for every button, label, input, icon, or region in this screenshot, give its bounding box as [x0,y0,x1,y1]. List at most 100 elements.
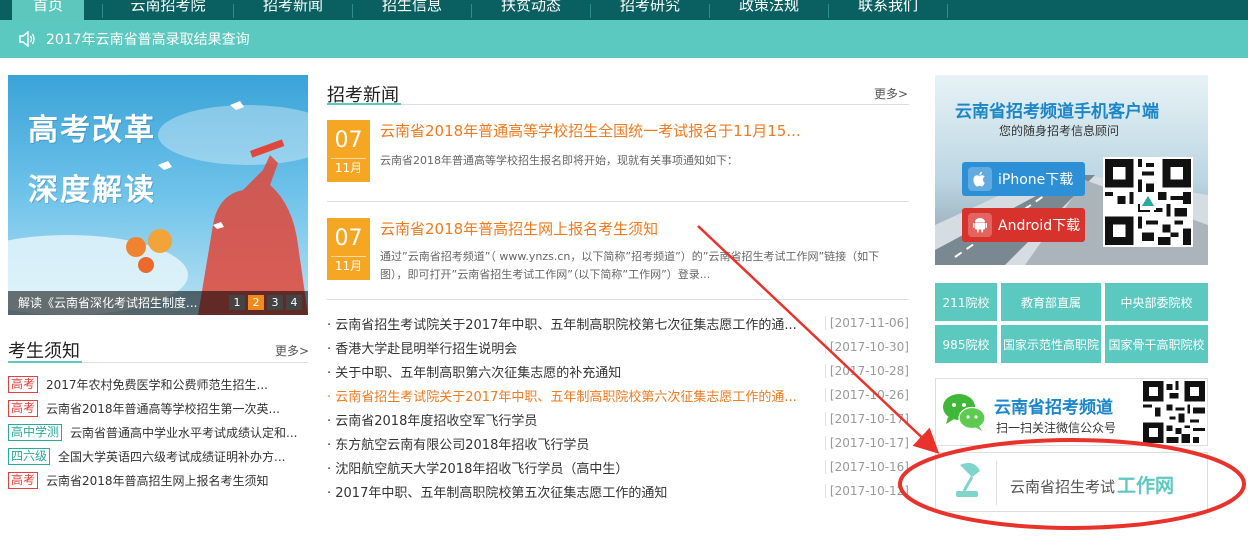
featured-news-desc: 云南省2018年普通高等学校招生报名即将开始，现就有关事项通知如下： [380,154,738,167]
featured-news-title[interactable]: 云南省2018年普通高等学校招生全国统一考试报名于11月15... [380,120,801,141]
table-row[interactable]: · 2017年中职、五年制高职院校第五次征集志愿工作的通知 [2017-10-1… [327,479,909,503]
news-date: [2017-10-26] [824,388,909,402]
category-tag: 高考 [8,472,39,490]
list-item[interactable]: 高考 云南省2018年普通高等学校招生第一次英... [8,396,308,420]
slider-page-3[interactable]: 3 [267,295,283,310]
slider-page-4[interactable]: 4 [286,295,302,310]
list-item-text[interactable]: 云南省2018年普高招生网上报名考生须知 [46,472,269,489]
category-211-button[interactable]: 211院校 [935,283,997,321]
nav-item-contact[interactable]: 联系我们 [829,0,947,20]
list-item-text[interactable]: 云南省普通高中学业水平考试成绩认定和... [70,424,297,441]
iphone-download-button[interactable]: iPhone下载 [962,162,1085,196]
app-qr-code [1103,157,1193,247]
list-item[interactable]: 高考 2017年农村免费医学和公费师范生招生... [8,372,308,396]
app-banner-subtitle: 您的随身招考信息顾问 [999,124,1120,138]
category-tag: 高考 [8,375,39,393]
date-month: 11月 [331,158,366,177]
feature-slider[interactable]: 高考改革 深度解读 解读《云南省深化考试招生制度... 1 2 3 4 [8,75,308,315]
work-website-text: 云南省招生考试 工作网 [1010,471,1174,498]
work-website-highlight: 工作网 [1117,475,1175,497]
list-item[interactable]: 高考 云南省2018年普高招生网上报名考生须知 [8,469,308,493]
slider-page-2[interactable]: 2 [248,295,264,310]
category-tag: 高中学测 [8,423,63,441]
slider-pager: 1 2 3 4 [229,295,302,310]
wechat-qr-code [1143,381,1205,443]
featured-news-1[interactable]: 07 11月 云南省2018年普通高等学校招生全国统一考试报名于11月15...… [327,120,909,200]
news-date: [2017-10-28] [824,364,909,378]
list-item-text[interactable]: 云南省2018年普通高等学校招生第一次英... [46,400,280,417]
date-badge: 07 11月 [327,218,370,280]
list-item-text[interactable]: 全国大学英语四六级考试成绩证明补办方... [58,448,285,465]
iphone-download-label: iPhone下载 [998,172,1074,188]
featured-news-desc: 通过”云南省招考频道”（ www.ynzs.cn，以下简称”招考频道”）的”云南… [380,250,880,281]
news-link[interactable]: · 东方航空云南有限公司2018年招收飞行学员 [327,434,825,453]
table-row[interactable]: · 云南省招生考试院关于2017年中职、五年制高职院校第七次征集志愿工作的通..… [327,311,909,335]
featured-news-2[interactable]: 07 11月 云南省2018年普高招生网上报名考生须知 通过”云南省招考频道”（… [327,218,909,298]
lamp-icon [956,463,980,497]
news-link[interactable]: · 沈阳航空航天大学2018年招收飞行学员（高中生） [327,458,825,477]
category-moe-button[interactable]: 教育部直属 [1001,283,1101,321]
table-row[interactable]: · 香港大学赴昆明举行招生说明会 [2017-10-30] [327,335,909,359]
wechat-icon [943,394,986,431]
news-link[interactable]: · 云南省招生考试院关于2017年中职、五年制高职院校第七次征集志愿工作的通..… [327,314,825,333]
news-date: [2017-10-12] [824,484,909,498]
nav-item-admission-info[interactable]: 招生信息 [353,0,471,20]
news-date: [2017-10-17] [824,436,909,450]
top-nav: 首页 云南招考院 招考新闻 招生信息 扶贫动态 招考研究 政策法规 联系我们 [0,0,1248,20]
kaosheng-more-link[interactable]: 更多> [275,342,309,359]
table-row[interactable]: · 沈阳航空航天大学2018年招收飞行学员（高中生） [2017-10-16] [327,455,909,479]
category-tag: 高考 [8,399,39,417]
notice-bar: 2017年云南省普高录取结果查询 [0,20,1248,58]
divider [327,201,909,202]
android-download-label: Android下载 [998,218,1081,234]
table-row[interactable]: · 关于中职、五年制高职第六次征集志愿的补充通知 [2017-10-28] [327,359,909,383]
table-row[interactable]: · 云南省招生考试院关于2017年中职、五年制高职院校第六次征集志愿工作的通..… [327,383,909,407]
app-download-banner: 云南省招考频道手机客户端 您的随身招考信息顾问 iPhone下载 Android… [935,75,1208,265]
news-link[interactable]: · 香港大学赴昆明举行招生说明会 [327,338,825,357]
slider-page-1[interactable]: 1 [229,295,245,310]
apple-icon [968,167,992,191]
wechat-follow-box[interactable]: 云南省招考频道 扫一扫关注微信公众号 [935,378,1208,446]
slider-headline-1: 高考改革 [28,113,156,148]
table-row[interactable]: · 云南省2018年度招收空军飞行学员 [2017-10-17] [327,407,909,431]
news-date: [2017-11-06] [824,316,909,330]
category-grid: 211院校 教育部直属 中央部委院校 985院校 国家示范性高职院 国家骨干高职… [935,283,1208,363]
news-link[interactable]: · 2017年中职、五年制高职院校第五次征集志愿工作的通知 [327,482,825,501]
nav-item-institute[interactable]: 云南招考院 [103,0,233,20]
news-link[interactable]: · 云南省2018年度招收空军飞行学员 [327,410,825,429]
kaosheng-list: 高考 2017年农村免费医学和公费师范生招生... 高考 云南省2018年普通高… [8,372,308,493]
category-demo-vocational-button[interactable]: 国家示范性高职院 [1001,325,1101,363]
section-underline [8,361,82,363]
divider [327,104,909,105]
list-item[interactable]: 四六级 全国大学英语四六级考试成绩证明补办方... [8,445,308,469]
news-date: [2017-10-30] [824,340,909,354]
news-link[interactable]: · 关于中职、五年制高职第六次征集志愿的补充通知 [327,362,825,381]
section-underline [327,103,401,105]
featured-news-title[interactable]: 云南省2018年普高招生网上报名考生须知 [380,218,658,239]
divider [996,461,997,505]
list-item[interactable]: 高中学测 云南省普通高中学业水平考试成绩认定和... [8,420,308,444]
nav-item-research[interactable]: 招考研究 [591,0,709,20]
table-row[interactable]: · 东方航空云南有限公司2018年招收飞行学员 [2017-10-17] [327,431,909,455]
nav-item-home[interactable]: 首页 [12,0,84,20]
android-download-button[interactable]: Android下载 [962,208,1085,242]
nav-separator [947,4,948,18]
nav-item-poverty-news[interactable]: 扶贫动态 [472,0,590,20]
work-website-link[interactable]: 云南省招生考试 工作网 [935,452,1208,512]
date-day: 07 [334,226,363,251]
list-item-text[interactable]: 2017年农村免费医学和公费师范生招生... [46,376,268,393]
date-month: 11月 [331,256,366,275]
notice-link[interactable]: 2017年云南省普高录取结果查询 [46,29,250,49]
news-date: [2017-10-17] [824,412,909,426]
news-link[interactable]: · 云南省招生考试院关于2017年中职、五年制高职院校第六次征集志愿工作的通..… [327,386,825,405]
category-985-button[interactable]: 985院校 [935,325,997,363]
category-tag: 四六级 [8,448,51,466]
wechat-title: 云南省招考频道 [994,398,1113,418]
news-more-link[interactable]: 更多> [874,85,908,102]
nav-item-news[interactable]: 招考新闻 [234,0,352,20]
date-badge: 07 11月 [327,120,370,182]
category-key-vocational-button[interactable]: 国家骨干高职院校 [1105,325,1208,363]
kaosheng-title: 考生须知 [8,341,80,362]
category-central-button[interactable]: 中央部委院校 [1105,283,1208,321]
nav-item-policy[interactable]: 政策法规 [710,0,828,20]
